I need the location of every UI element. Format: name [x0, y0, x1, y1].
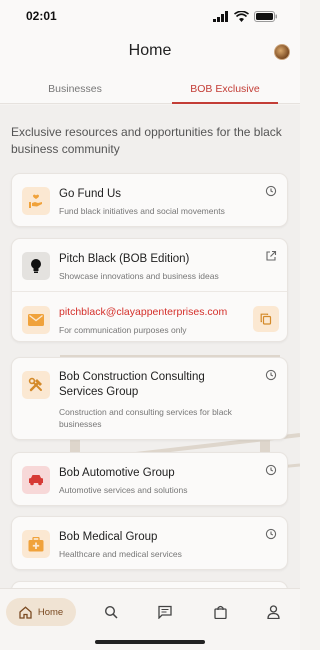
icon-box [22, 306, 50, 334]
nav-profile[interactable] [260, 598, 286, 626]
status-time: 02:01 [26, 9, 57, 23]
card-partial[interactable] [11, 581, 288, 588]
card-pitch-black[interactable]: Pitch Black (BOB Edition) Showcase innov… [11, 238, 288, 342]
card-title: Bob Medical Group [59, 531, 158, 543]
card-go-fund-us[interactable]: Go Fund Us Fund black initiatives and so… [11, 173, 288, 227]
pitch-email-link[interactable]: pitchblack@clayappenterprises.com [59, 305, 227, 320]
page-title: Home [128, 42, 172, 59]
clock-icon [265, 464, 277, 476]
mail-icon [28, 314, 44, 326]
nav-search[interactable] [98, 598, 124, 626]
nav-home-label: Home [37, 606, 64, 618]
icon-box [22, 530, 50, 558]
bag-icon [213, 605, 227, 619]
profile-icon [266, 605, 280, 619]
tab-bar: Businesses BOB Exclusive [0, 74, 300, 104]
nav-messages[interactable] [152, 598, 178, 626]
intro-text: Exclusive resources and opportunities fo… [11, 125, 282, 156]
bottom-nav: Home [0, 588, 300, 650]
signal-icon [213, 10, 228, 22]
search-icon [104, 605, 118, 619]
main-content[interactable]: Exclusive resources and opportunities fo… [0, 105, 300, 588]
hand-heart-icon [29, 194, 42, 208]
external-link-icon[interactable] [265, 250, 277, 262]
card-title: Pitch Black (BOB Edition) [59, 253, 190, 265]
icon-box [22, 371, 50, 399]
card-construction-group[interactable]: Bob Construction Consulting Services Gro… [11, 357, 288, 440]
card-medical-group[interactable]: Bob Medical Group Healthcare and medical… [11, 516, 288, 570]
car-icon [29, 475, 43, 486]
home-indicator [95, 640, 205, 644]
nav-bag[interactable] [207, 598, 233, 626]
card-title: Bob Automotive Group [59, 467, 175, 479]
tools-icon [28, 377, 42, 392]
clock-icon [265, 528, 277, 540]
app-header: Home [0, 32, 300, 74]
clock-icon [265, 185, 277, 197]
system-icons [213, 10, 278, 22]
card-subtitle: Healthcare and medical services [59, 549, 182, 559]
icon-box [22, 466, 50, 494]
card-automotive-group[interactable]: Bob Automotive Group Automotive services… [11, 452, 288, 506]
wifi-icon [234, 10, 249, 22]
email-note: For communication purposes only [59, 325, 187, 335]
messages-icon [158, 605, 172, 619]
card-title: Go Fund Us [59, 188, 121, 200]
divider [12, 291, 287, 292]
icon-box [22, 252, 50, 280]
lightbulb-icon [31, 259, 41, 273]
card-title: Bob Construction Consulting Services Gro… [59, 371, 205, 398]
tab-bob-exclusive[interactable]: BOB Exclusive [150, 74, 300, 104]
brand-logo-icon[interactable] [274, 44, 290, 60]
card-subtitle: Construction and consulting services for… [59, 407, 232, 429]
home-icon [19, 605, 32, 619]
copy-icon [260, 313, 272, 325]
battery-icon [254, 10, 277, 22]
card-subtitle: Fund black initiatives and social moveme… [59, 206, 225, 216]
nav-home[interactable]: Home [6, 598, 76, 626]
icon-box [22, 187, 50, 215]
medical-kit-icon [28, 536, 44, 551]
clock-icon [265, 369, 277, 381]
status-bar: 02:01 [0, 0, 300, 32]
card-subtitle: Showcase innovations and business ideas [59, 271, 219, 281]
copy-button[interactable] [253, 306, 279, 332]
card-subtitle: Automotive services and solutions [59, 485, 188, 495]
tab-businesses[interactable]: Businesses [0, 74, 150, 103]
